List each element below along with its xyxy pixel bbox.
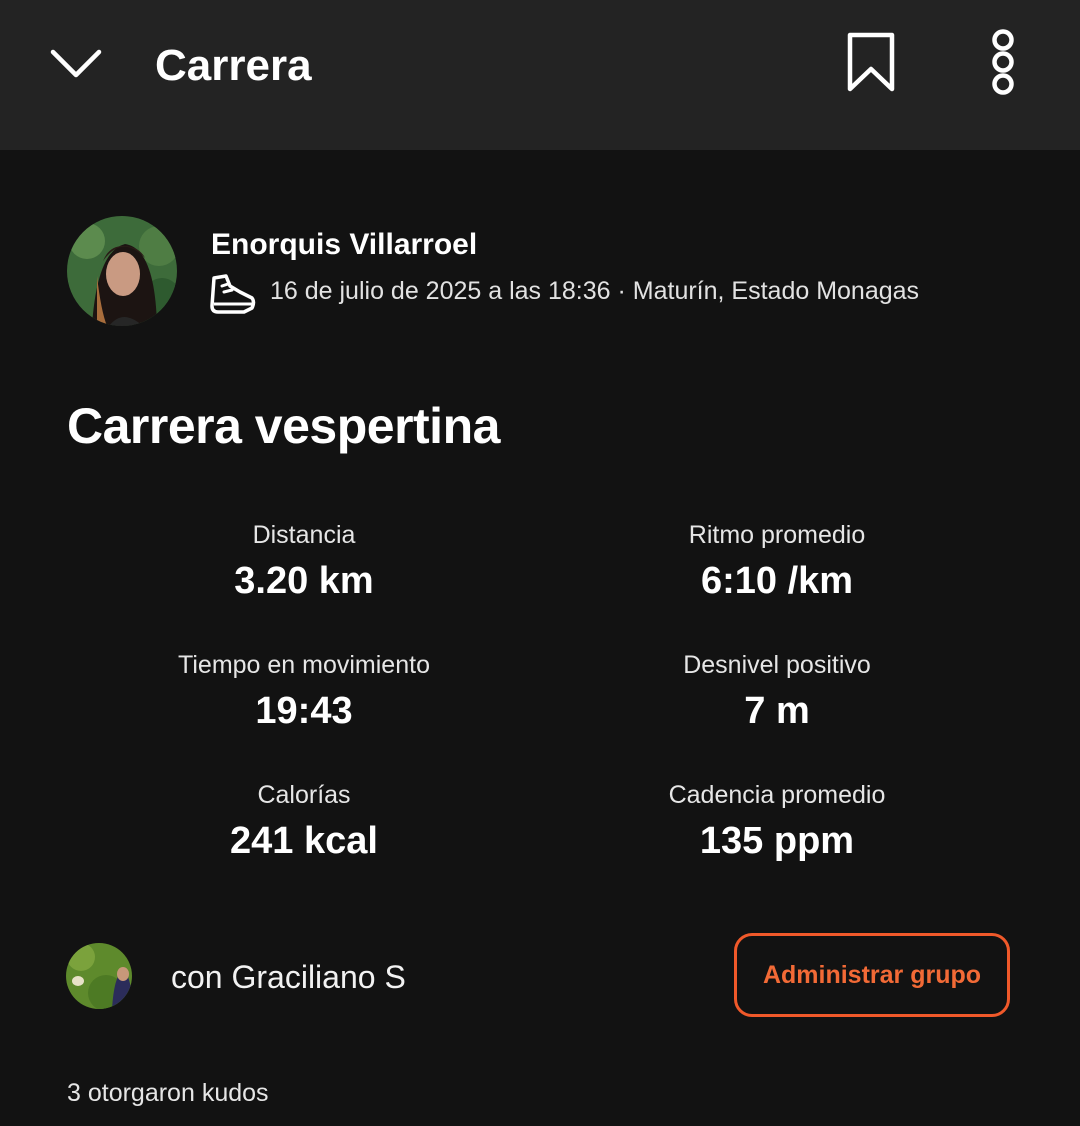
stat-value: 6:10 /km <box>700 560 854 602</box>
stat-value: 19:43 <box>255 690 353 732</box>
running-shoe-icon <box>208 272 256 316</box>
group-member-avatar[interactable] <box>66 943 132 1009</box>
group-members-text[interactable]: con Graciliano S <box>171 956 406 998</box>
stat-label: Ritmo promedio <box>688 521 866 549</box>
stat-value: 3.20 km <box>234 560 374 602</box>
manage-group-button[interactable]: Administrar grupo <box>734 933 1010 1017</box>
stat-label: Calorías <box>257 781 351 809</box>
stat-moving-time: Tiempo en movimiento 19:43 <box>104 648 504 736</box>
activity-meta: 16 de julio de 2025 a las 18:36 · Maturí… <box>270 277 920 305</box>
stat-label: Cadencia promedio <box>668 781 886 809</box>
stat-value: 241 kcal <box>230 820 378 862</box>
stat-label: Tiempo en movimiento <box>178 651 430 679</box>
more-vertical-icon[interactable] <box>980 26 1026 98</box>
athlete-name[interactable]: Enorquis Villarroel <box>211 226 477 264</box>
stat-label: Distancia <box>252 521 356 549</box>
stat-elevation-gain: Desnivel positivo 7 m <box>577 648 977 736</box>
stat-cadence: Cadencia promedio 135 ppm <box>577 778 977 866</box>
avatar[interactable] <box>67 216 177 326</box>
page-title: Carrera <box>155 41 312 90</box>
stat-label: Desnivel positivo <box>683 651 871 679</box>
activity-title: Carrera vespertina <box>67 398 500 454</box>
top-app-bar: Carrera <box>0 0 1080 150</box>
chevron-down-icon[interactable] <box>46 38 106 90</box>
kudos-count[interactable]: 3 otorgaron kudos <box>67 1076 269 1110</box>
stat-value: 7 m <box>744 690 810 732</box>
stat-value: 135 ppm <box>699 820 855 862</box>
stat-pace: Ritmo promedio 6:10 /km <box>577 518 977 606</box>
stat-distance: Distancia 3.20 km <box>104 518 504 606</box>
stat-calories: Calorías 241 kcal <box>104 778 504 866</box>
bookmark-icon[interactable] <box>842 28 900 96</box>
